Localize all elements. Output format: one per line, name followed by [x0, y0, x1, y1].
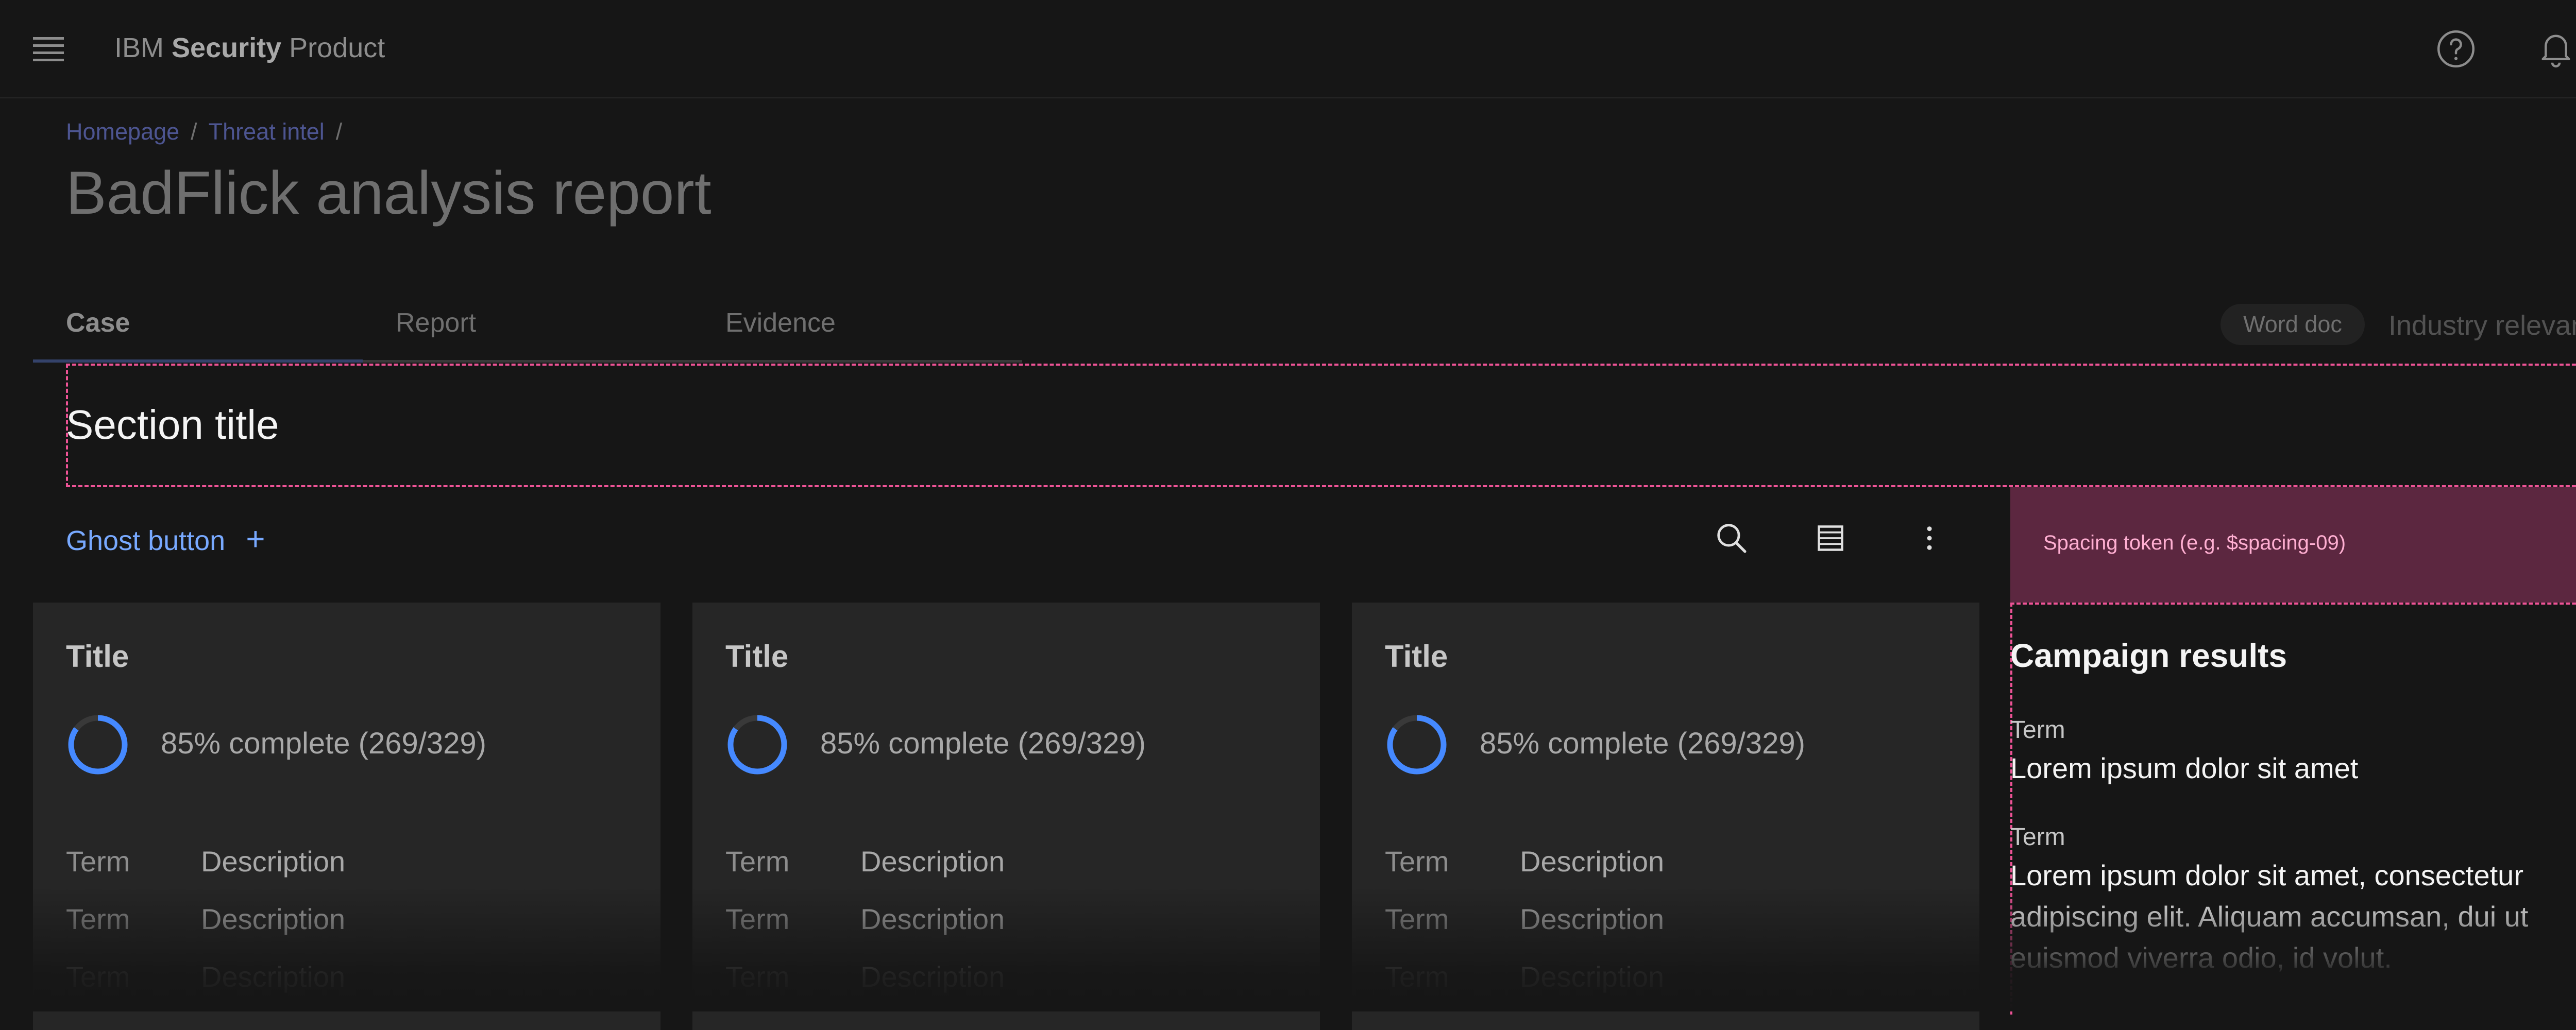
spacing-token-highlight: Spacing token (e.g. $spacing-09): [2010, 487, 2576, 603]
card-title: Title: [1385, 639, 1448, 674]
word-doc-tag: Word doc: [2221, 304, 2365, 345]
brand-suffix: Product: [289, 32, 385, 63]
description-row: Term Description: [66, 845, 345, 878]
description: Description: [201, 903, 346, 935]
progress-ring-icon: [1387, 715, 1447, 775]
overflow-menu-icon[interactable]: [1906, 515, 1953, 561]
brand-bold: Security: [172, 32, 282, 63]
term: Term: [725, 845, 790, 878]
campaign-term: Term: [2010, 823, 2065, 851]
description: Description: [1520, 903, 1665, 935]
description: Description: [1520, 960, 1665, 993]
description-row: Term Description: [66, 960, 345, 993]
breadcrumb: Homepage / Threat intel /: [66, 117, 353, 146]
progress-text: 85% complete (269/329): [1480, 727, 1805, 760]
description: Description: [860, 903, 1005, 935]
add-icon: +: [246, 520, 265, 557]
tab-report[interactable]: Report: [363, 295, 692, 363]
progress-ring-icon: [727, 715, 787, 775]
section-title: Section title: [66, 402, 279, 448]
page-title: BadFlick analysis report: [66, 159, 711, 227]
description: Description: [201, 845, 346, 878]
description: Description: [860, 960, 1005, 993]
spacing-token-label: Spacing token (e.g. $spacing-09): [2043, 531, 2346, 554]
progress-text: 85% complete (269/329): [161, 727, 486, 760]
campaign-results-title: Campaign results: [2010, 637, 2287, 674]
term: Term: [66, 960, 130, 993]
tab-case[interactable]: Case: [33, 295, 363, 363]
campaign-value: Lorem ipsum dolor sit amet: [2010, 752, 2359, 784]
card-title: Title: [66, 639, 129, 674]
term: Term: [725, 960, 790, 993]
app-header: [0, 0, 2576, 98]
term: Term: [1385, 845, 1449, 878]
description: Description: [860, 845, 1005, 878]
ghost-button-label: Ghost button: [66, 525, 226, 556]
product-name[interactable]: IBM Security Product: [114, 30, 385, 66]
term: Term: [1385, 903, 1449, 935]
search-icon[interactable]: [1708, 515, 1755, 561]
term: Term: [1385, 960, 1449, 993]
term: Term: [66, 903, 130, 935]
description: Description: [201, 960, 346, 993]
description-row: Term Description: [1385, 902, 1664, 936]
description-row: Term Description: [725, 960, 1005, 993]
brand-prefix: IBM: [114, 32, 164, 63]
description-row: Term Description: [66, 902, 345, 936]
description-row: Term Description: [725, 902, 1005, 936]
table-icon[interactable]: [1807, 515, 1854, 561]
tab-evidence[interactable]: Evidence: [692, 295, 1022, 363]
description-row: Term Description: [725, 845, 1005, 878]
industry-relevancy-label[interactable]: Industry relevancy: [2388, 308, 2576, 343]
summary-card[interactable]: Title 85% complete (269/329) Term Descrip…: [1352, 603, 1979, 1030]
campaign-term: Term: [2010, 716, 2065, 744]
tab-list: Case Report Evidence: [33, 295, 1022, 363]
description: Description: [1520, 845, 1665, 878]
progress-text: 85% complete (269/329): [820, 727, 1146, 760]
term: Term: [66, 845, 130, 878]
term: Term: [725, 903, 790, 935]
summary-card[interactable]: Title 85% complete (269/329) Term Descrip…: [33, 603, 660, 1030]
summary-card[interactable]: Title 85% complete (269/329) Term Descrip…: [692, 603, 1320, 1030]
breadcrumb-item-homepage[interactable]: Homepage: [66, 118, 179, 145]
ghost-button[interactable]: Ghost button +: [66, 516, 265, 561]
description-row: Term Description: [1385, 960, 1664, 993]
breadcrumb-separator: /: [335, 118, 343, 145]
card-title: Title: [725, 639, 789, 674]
breadcrumb-item-threat-intel[interactable]: Threat intel: [209, 118, 325, 145]
notification-icon[interactable]: [2533, 26, 2576, 72]
progress-ring-icon: [68, 715, 128, 775]
campaign-value: Lorem ipsum dolor sit amet, consectetur …: [2010, 859, 2529, 974]
breadcrumb-separator: /: [191, 118, 197, 145]
help-icon[interactable]: [2433, 26, 2479, 72]
description-row: Term Description: [1385, 845, 1664, 878]
menu-icon[interactable]: [29, 34, 70, 65]
section-title-spacing-outline: [66, 364, 2576, 487]
